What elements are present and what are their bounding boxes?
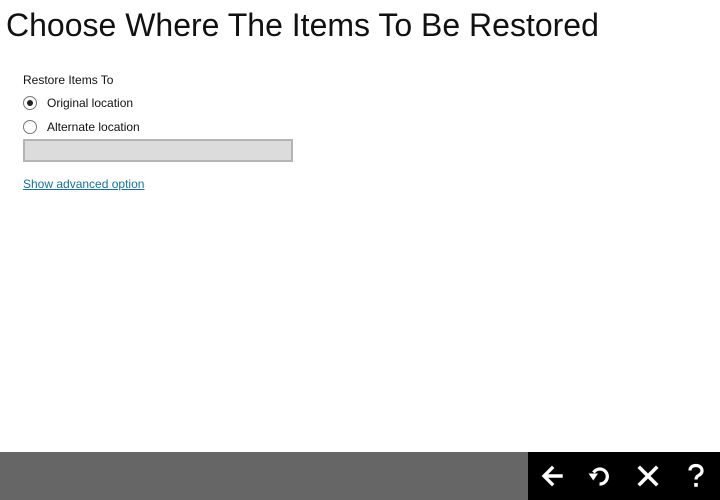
original-location-label[interactable]: Original location bbox=[47, 95, 133, 111]
back-button[interactable] bbox=[528, 452, 576, 500]
close-icon bbox=[637, 465, 659, 487]
cancel-button[interactable] bbox=[624, 452, 672, 500]
reset-button[interactable] bbox=[576, 452, 624, 500]
alternate-location-label[interactable]: Alternate location bbox=[47, 119, 140, 135]
page-title: Choose Where The Items To Be Restored bbox=[6, 7, 599, 43]
footer-bar bbox=[0, 452, 720, 500]
footer-nav bbox=[528, 452, 720, 500]
restore-items-to-label: Restore Items To bbox=[23, 73, 114, 87]
alternate-location-path-input[interactable] bbox=[23, 139, 293, 162]
original-location-radio[interactable] bbox=[23, 96, 37, 110]
show-advanced-option-link[interactable]: Show advanced option bbox=[23, 176, 144, 192]
help-button[interactable] bbox=[672, 452, 720, 500]
arrow-left-icon bbox=[541, 465, 563, 487]
original-location-option[interactable]: Original location bbox=[23, 95, 133, 111]
restore-destination-page: Choose Where The Items To Be Restored Re… bbox=[0, 0, 720, 500]
undo-icon bbox=[588, 467, 609, 486]
alternate-location-radio[interactable] bbox=[23, 120, 37, 134]
help-icon bbox=[688, 463, 704, 487]
alternate-location-option[interactable]: Alternate location bbox=[23, 119, 140, 135]
